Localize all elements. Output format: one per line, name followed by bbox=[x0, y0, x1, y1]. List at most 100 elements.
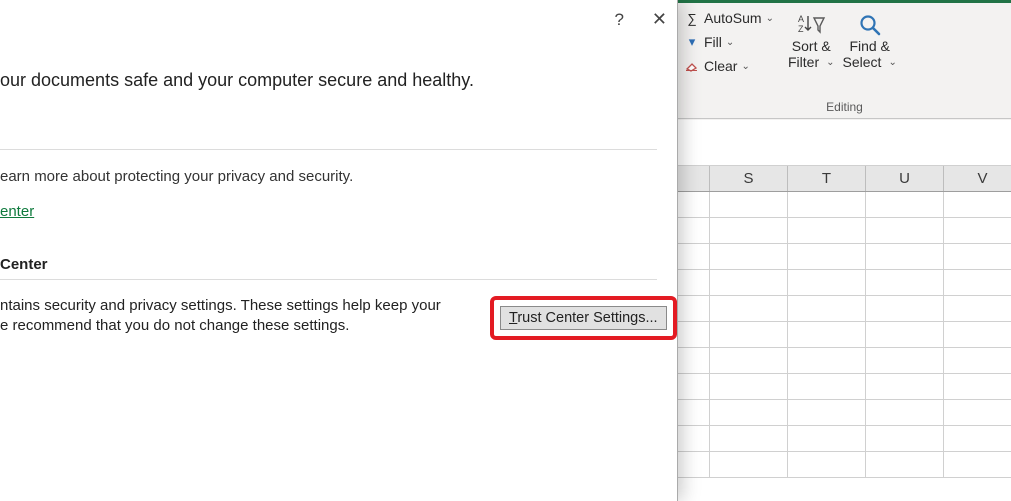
cell[interactable] bbox=[710, 348, 788, 373]
cell[interactable] bbox=[788, 218, 866, 243]
cell[interactable] bbox=[944, 296, 1011, 321]
trust-center-settings-button[interactable]: Trust Center Settings... bbox=[500, 306, 667, 330]
cell[interactable] bbox=[788, 322, 866, 347]
cell[interactable] bbox=[944, 192, 1011, 217]
cell[interactable] bbox=[678, 452, 710, 477]
sort-filter-label-1: Sort & bbox=[792, 38, 831, 54]
cell[interactable] bbox=[866, 452, 944, 477]
cell[interactable] bbox=[788, 348, 866, 373]
cell[interactable] bbox=[944, 374, 1011, 399]
cell[interactable] bbox=[866, 244, 944, 269]
cell[interactable] bbox=[678, 270, 710, 295]
dialog-intro-text: our documents safe and your computer sec… bbox=[0, 70, 677, 91]
column-header[interactable]: V bbox=[944, 166, 1011, 191]
clear-label: Clear bbox=[704, 58, 737, 74]
eraser-icon bbox=[684, 58, 700, 75]
help-button[interactable]: ? bbox=[614, 10, 623, 30]
autosum-label: AutoSum bbox=[704, 10, 762, 26]
magnifier-icon bbox=[857, 10, 883, 38]
cell[interactable] bbox=[710, 426, 788, 451]
table-row bbox=[678, 348, 1011, 374]
cell[interactable] bbox=[944, 348, 1011, 373]
trust-center-body: ntains security and privacy settings. Th… bbox=[0, 296, 441, 336]
cell[interactable] bbox=[866, 322, 944, 347]
column-header-row: S T U V bbox=[678, 166, 1011, 192]
dropdown-caret-icon: ⌄ bbox=[741, 61, 749, 72]
cell[interactable] bbox=[788, 270, 866, 295]
cell[interactable] bbox=[710, 192, 788, 217]
cell[interactable] bbox=[710, 322, 788, 347]
column-header[interactable]: S bbox=[710, 166, 788, 191]
fill-down-icon: ▾ bbox=[684, 34, 700, 50]
cell[interactable] bbox=[678, 322, 710, 347]
cell[interactable] bbox=[710, 270, 788, 295]
body-line-2: e recommend that you do not change these… bbox=[0, 316, 441, 336]
cell[interactable] bbox=[710, 296, 788, 321]
cell[interactable] bbox=[678, 426, 710, 451]
cell[interactable] bbox=[866, 348, 944, 373]
table-row bbox=[678, 400, 1011, 426]
cell[interactable] bbox=[788, 452, 866, 477]
table-row bbox=[678, 296, 1011, 322]
cell[interactable] bbox=[788, 244, 866, 269]
column-header[interactable]: U bbox=[866, 166, 944, 191]
spreadsheet-grid[interactable]: S T U V bbox=[678, 120, 1011, 501]
cell[interactable] bbox=[866, 192, 944, 217]
table-row bbox=[678, 426, 1011, 452]
cell[interactable] bbox=[866, 296, 944, 321]
column-header[interactable] bbox=[678, 166, 710, 191]
privacy-link[interactable]: enter bbox=[0, 203, 34, 220]
cell[interactable] bbox=[678, 400, 710, 425]
cell[interactable] bbox=[710, 452, 788, 477]
sort-filter-button[interactable]: A Z Sort & Filter ⌄ bbox=[788, 10, 835, 70]
cell[interactable] bbox=[788, 296, 866, 321]
cell[interactable] bbox=[788, 374, 866, 399]
dropdown-caret-icon: ⌄ bbox=[826, 57, 834, 68]
cell[interactable] bbox=[944, 322, 1011, 347]
cell[interactable] bbox=[788, 192, 866, 217]
cell[interactable] bbox=[944, 270, 1011, 295]
cell[interactable] bbox=[710, 218, 788, 243]
cell[interactable] bbox=[866, 426, 944, 451]
cell[interactable] bbox=[788, 400, 866, 425]
svg-text:Z: Z bbox=[798, 24, 804, 34]
cell[interactable] bbox=[944, 244, 1011, 269]
table-row bbox=[678, 218, 1011, 244]
close-button[interactable]: ✕ bbox=[652, 9, 667, 30]
find-select-button[interactable]: Find & Select⌄ bbox=[843, 10, 897, 70]
cell[interactable] bbox=[788, 426, 866, 451]
divider bbox=[0, 149, 657, 150]
table-row bbox=[678, 452, 1011, 478]
fill-label: Fill bbox=[704, 34, 722, 50]
dropdown-caret-icon: ⌄ bbox=[726, 37, 734, 48]
cell[interactable] bbox=[866, 270, 944, 295]
cell[interactable] bbox=[944, 426, 1011, 451]
cell[interactable] bbox=[710, 244, 788, 269]
cell[interactable] bbox=[944, 452, 1011, 477]
body-line-1: ntains security and privacy settings. Th… bbox=[0, 296, 441, 316]
sort-filter-icon: A Z bbox=[796, 10, 826, 38]
cell[interactable] bbox=[678, 192, 710, 217]
column-header[interactable]: T bbox=[788, 166, 866, 191]
cell[interactable] bbox=[866, 374, 944, 399]
cell[interactable] bbox=[866, 400, 944, 425]
table-row bbox=[678, 322, 1011, 348]
table-row bbox=[678, 374, 1011, 400]
cell[interactable] bbox=[678, 374, 710, 399]
cell[interactable] bbox=[944, 400, 1011, 425]
table-row bbox=[678, 244, 1011, 270]
cell[interactable] bbox=[678, 296, 710, 321]
cell[interactable] bbox=[710, 374, 788, 399]
table-row bbox=[678, 192, 1011, 218]
highlight-annotation: Trust Center Settings... bbox=[490, 296, 677, 340]
trust-center-section-head: Center bbox=[0, 256, 677, 273]
cell[interactable] bbox=[944, 218, 1011, 243]
cell[interactable] bbox=[678, 218, 710, 243]
cell[interactable] bbox=[866, 218, 944, 243]
dropdown-caret-icon: ⌄ bbox=[888, 57, 896, 68]
sort-filter-label-2: Filter bbox=[788, 54, 819, 70]
cell[interactable] bbox=[678, 244, 710, 269]
cell[interactable] bbox=[710, 400, 788, 425]
cell[interactable] bbox=[678, 348, 710, 373]
button-label-rest: rust Center Settings... bbox=[517, 310, 657, 326]
